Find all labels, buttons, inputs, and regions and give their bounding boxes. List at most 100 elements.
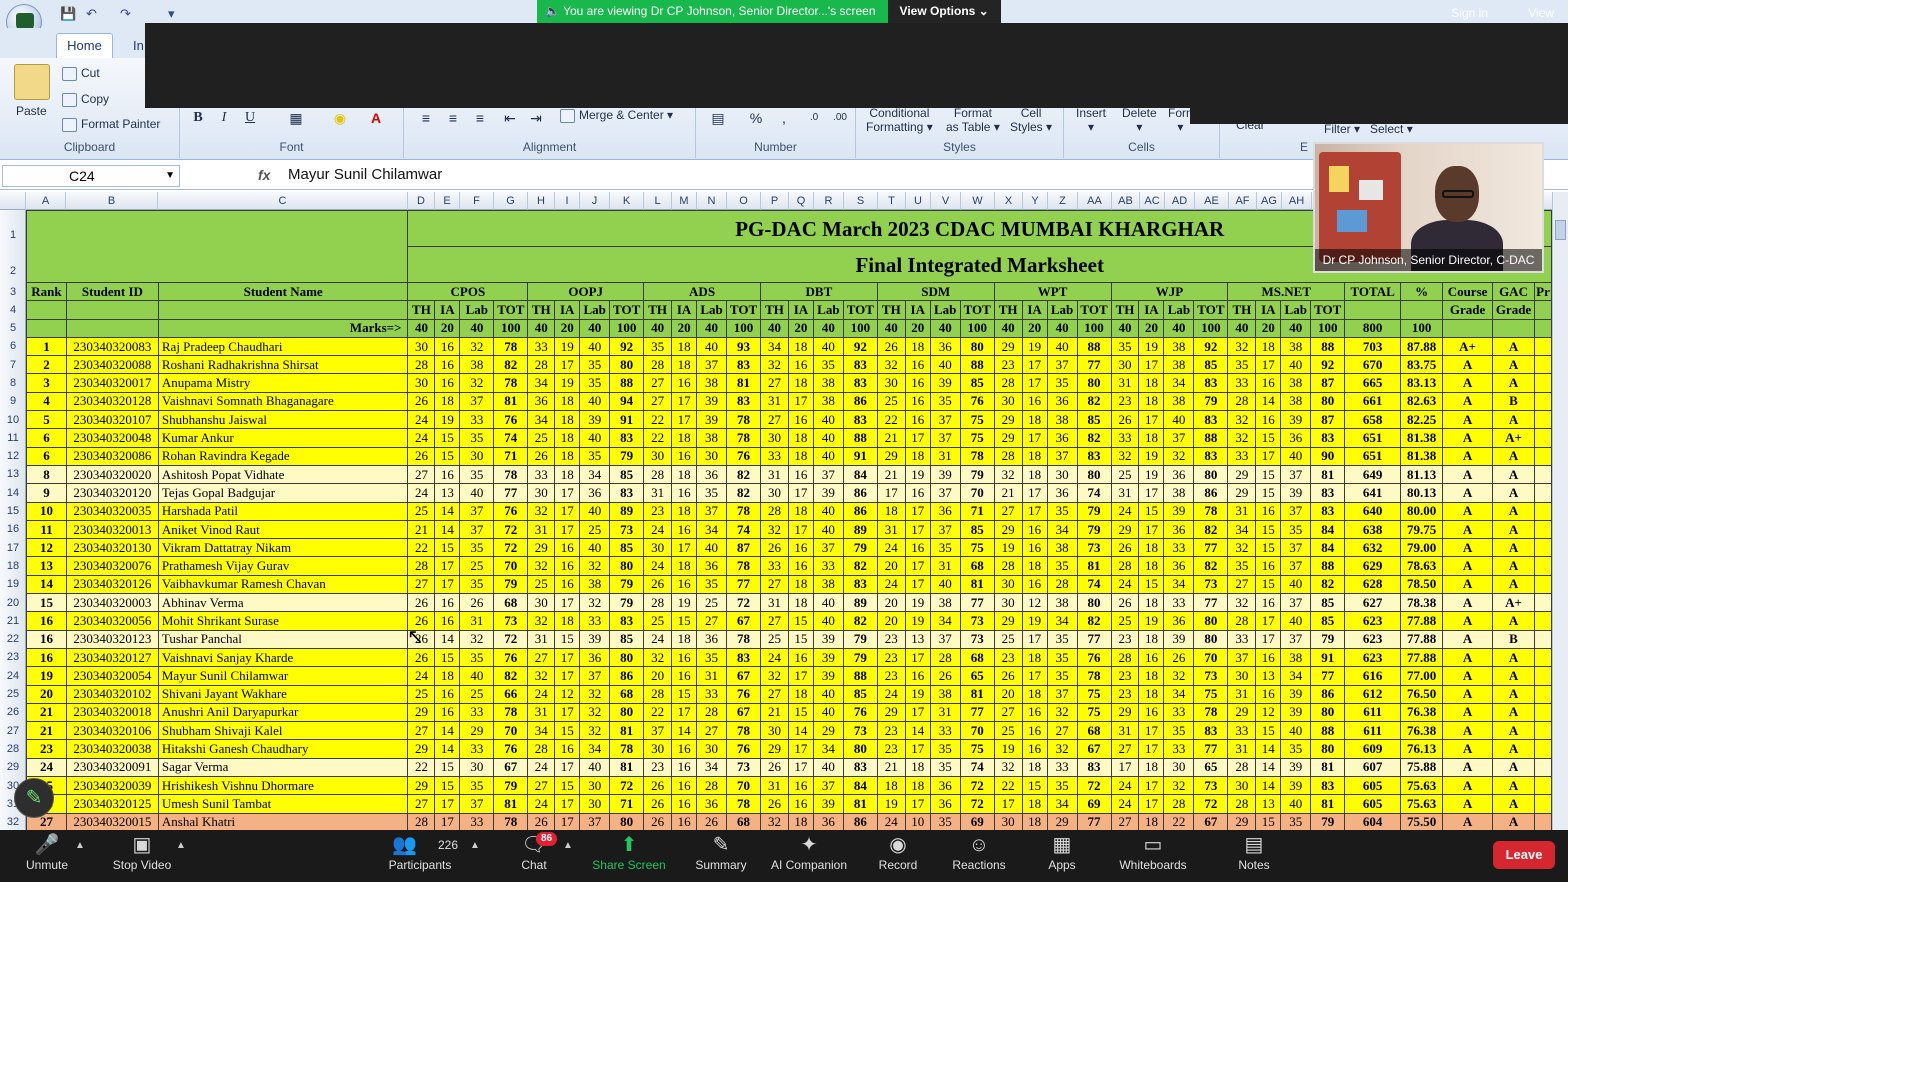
mark-cell[interactable]: 26 <box>643 794 673 814</box>
mark-cell[interactable]: 17 <box>1021 483 1048 503</box>
mark-cell[interactable]: 30 <box>527 593 556 613</box>
mark-cell[interactable]: 17 <box>1021 428 1048 448</box>
student-id-cell[interactable]: 230340320015 <box>65 812 159 830</box>
mark-cell[interactable]: 81 <box>959 574 995 595</box>
gac-grade-cell[interactable]: A <box>1492 373 1535 393</box>
mark-cell[interactable]: 29 <box>1227 702 1257 723</box>
cell[interactable] <box>1534 629 1552 649</box>
mark-cell[interactable]: 17 <box>904 501 931 521</box>
mark-cell[interactable]: 39 <box>696 391 728 412</box>
column-header[interactable]: AB <box>1112 192 1140 210</box>
mark-cell[interactable]: 38 <box>1280 373 1312 393</box>
mark-cell[interactable]: 19 <box>554 373 581 393</box>
mark-cell[interactable]: 16 <box>1138 702 1165 723</box>
mark-cell[interactable]: 36 <box>1163 611 1195 631</box>
mark-cell[interactable]: 31 <box>759 391 789 412</box>
mark-cell[interactable]: 26 <box>759 538 789 558</box>
student-id-cell[interactable]: 230340320013 <box>65 519 159 540</box>
mark-cell[interactable]: 80 <box>609 812 645 830</box>
mark-cell[interactable]: 77 <box>1076 355 1112 375</box>
mark-cell[interactable]: 75 <box>959 428 995 448</box>
mark-cell[interactable]: 26 <box>1163 647 1195 668</box>
mark-cell[interactable]: 36 <box>929 336 961 357</box>
mark-cell[interactable]: 18 <box>787 336 814 357</box>
mark-cell[interactable]: 13 <box>1255 666 1282 686</box>
mark-cell[interactable]: 32 <box>1227 428 1257 448</box>
table-row[interactable]: 13 230340320076 Prathamesh Vijay Gurav 28 17… <box>26 556 1552 576</box>
row-header[interactable]: 27 <box>0 722 26 740</box>
student-id-cell[interactable]: 230340320076 <box>65 556 159 576</box>
row-header[interactable]: 7 <box>0 356 26 374</box>
mark-cell[interactable]: 81 <box>959 684 995 704</box>
mark-cell[interactable]: 24 <box>876 538 906 558</box>
mark-cell[interactable]: 14 <box>434 721 461 741</box>
cell[interactable] <box>1534 318 1552 338</box>
mark-cell[interactable]: 17 <box>554 483 581 503</box>
mark-cell[interactable]: 31 <box>929 446 961 466</box>
cell[interactable] <box>65 318 159 338</box>
mark-cell[interactable]: 28 <box>527 355 556 375</box>
mark-cell[interactable]: 27 <box>696 611 728 631</box>
mark-cell[interactable]: 27 <box>407 574 436 595</box>
mark-cell[interactable]: 35 <box>1280 812 1312 830</box>
mark-cell[interactable]: 17 <box>1255 446 1282 466</box>
percent-cell[interactable]: 75.63 <box>1400 794 1444 814</box>
mark-cell[interactable]: 37 <box>1227 647 1257 668</box>
mark-cell[interactable]: 17 <box>434 574 461 595</box>
column-header[interactable]: AG <box>1257 192 1282 210</box>
row-header[interactable]: 25 <box>0 685 26 703</box>
max-mark[interactable]: 40 <box>1163 318 1195 338</box>
mark-cell[interactable]: 77 <box>959 593 995 613</box>
mark-cell[interactable]: 17 <box>1255 629 1282 649</box>
decrease-decimal-icon[interactable]: .00 <box>830 108 850 128</box>
mark-cell[interactable]: 75 <box>959 410 995 430</box>
mark-cell[interactable]: 18 <box>787 684 814 704</box>
percent-cell[interactable]: 82.63 <box>1400 391 1444 412</box>
rank-cell[interactable]: 5 <box>26 410 67 430</box>
cell[interactable] <box>1534 757 1552 778</box>
tab-insert[interactable]: In <box>133 38 144 53</box>
save-icon[interactable]: 💾 <box>60 6 76 22</box>
mark-cell[interactable]: 32 <box>1227 410 1257 430</box>
mark-cell[interactable]: 26 <box>459 593 495 613</box>
mark-cell[interactable]: 68 <box>726 812 761 830</box>
mark-cell[interactable]: 32 <box>993 464 1023 485</box>
mark-cell[interactable]: 37 <box>1280 538 1312 558</box>
mark-cell[interactable]: 28 <box>1163 794 1195 814</box>
mark-cell[interactable]: 85 <box>1310 593 1346 613</box>
mark-cell[interactable]: 92 <box>1310 355 1346 375</box>
mark-cell[interactable]: 28 <box>696 702 728 723</box>
max-mark[interactable]: 40 <box>812 318 844 338</box>
mark-cell[interactable]: 83 <box>1193 721 1229 741</box>
mark-cell[interactable]: 22 <box>643 410 673 430</box>
mark-cell[interactable]: 16 <box>904 410 931 430</box>
mark-cell[interactable]: 88 <box>842 428 878 448</box>
max-mark[interactable]: 100 <box>726 318 761 338</box>
mark-cell[interactable]: 15 <box>1255 519 1282 540</box>
mark-cell[interactable]: 80 <box>1076 373 1112 393</box>
student-id-cell[interactable]: 230340320020 <box>65 464 159 485</box>
course-grade-cell[interactable]: A <box>1442 410 1494 430</box>
row-header[interactable]: 19 <box>0 575 26 593</box>
row-header[interactable]: 6 <box>0 337 26 355</box>
mark-cell[interactable]: 26 <box>527 812 556 830</box>
student-name-cell[interactable]: Hrishikesh Vishnu Dhormare <box>157 776 409 796</box>
mark-cell[interactable]: 33 <box>527 336 556 357</box>
gac-grade-cell[interactable]: A <box>1492 446 1535 466</box>
mark-cell[interactable]: 18 <box>876 776 906 796</box>
header-sub[interactable]: Lab <box>1163 300 1195 320</box>
mark-cell[interactable]: 79 <box>959 464 995 485</box>
mark-cell[interactable]: 39 <box>929 464 961 485</box>
mark-cell[interactable]: 37 <box>1280 629 1312 649</box>
filter-button[interactable]: Filter ▾ <box>1324 122 1360 136</box>
mark-cell[interactable]: 38 <box>1046 593 1078 613</box>
mark-cell[interactable]: 83 <box>1076 446 1112 466</box>
gac-grade-cell[interactable]: A <box>1492 574 1535 595</box>
row-header[interactable]: 3 <box>0 283 26 301</box>
mark-cell[interactable]: 30 <box>993 574 1023 595</box>
mark-cell[interactable]: 16 <box>787 647 814 668</box>
gac-grade-cell[interactable]: A <box>1492 684 1535 704</box>
mark-cell[interactable]: 14 <box>434 519 461 540</box>
mark-cell[interactable]: 39 <box>1163 629 1195 649</box>
total-cell[interactable]: 604 <box>1344 812 1402 830</box>
